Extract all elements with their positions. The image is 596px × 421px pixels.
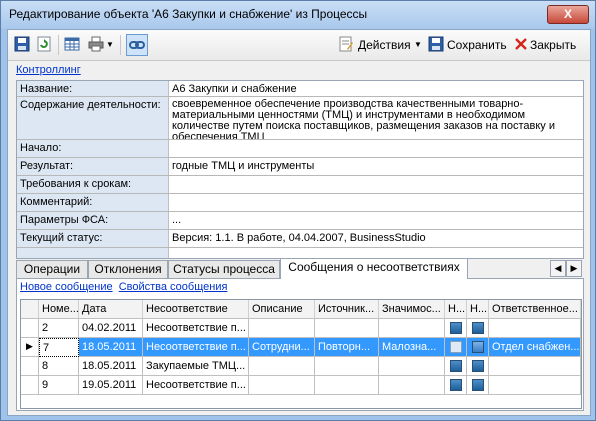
- checkbox[interactable]: [471, 360, 484, 373]
- prop-row-content[interactable]: Содержание деятельности: своевременное о…: [17, 97, 583, 140]
- actions-menu-button[interactable]: Действия: [358, 38, 411, 52]
- prop-row-fsa[interactable]: Параметры ФСА: ...: [17, 212, 583, 230]
- window-close-button[interactable]: X: [547, 5, 589, 24]
- prop-value[interactable]: [169, 176, 583, 193]
- prop-label: Содержание деятельности:: [17, 97, 168, 139]
- controlling-link[interactable]: Контроллинг: [16, 64, 81, 76]
- col-significance[interactable]: Значимос...: [379, 300, 445, 319]
- col-description[interactable]: Описание: [249, 300, 315, 319]
- tab-process-statuses[interactable]: Статусы процесса: [168, 260, 280, 278]
- tab-strip: Операции Отклонения Статусы процесса Соо…: [16, 258, 582, 279]
- prop-row-name[interactable]: Название: А6 Закупки и снабжение: [17, 81, 583, 97]
- prop-row-start[interactable]: Начало:: [17, 140, 583, 158]
- col-issue[interactable]: Несоответствие: [143, 300, 249, 319]
- prop-row-status[interactable]: Текущий статус: Версия: 1.1. В работе, 0…: [17, 230, 583, 248]
- prop-label: Результат:: [17, 158, 168, 175]
- toolbar: ▼ Действия ▼ Сохранить Закрыть: [8, 30, 590, 61]
- title-bar[interactable]: Редактирование объекта 'А6 Закупки и сна…: [1, 1, 595, 29]
- prop-row-comment[interactable]: Комментарий:: [17, 194, 583, 212]
- editor-window: Редактирование объекта 'А6 Закупки и сна…: [0, 0, 596, 421]
- prop-value[interactable]: годные ТМЦ и инструменты: [169, 158, 583, 175]
- save-icon[interactable]: [14, 36, 30, 54]
- tab-nonconformity-messages[interactable]: Сообщения о несоответствиях: [280, 258, 468, 279]
- checkbox[interactable]: [449, 322, 462, 335]
- prop-label: Текущий статус:: [17, 230, 168, 247]
- client-area: ▼ Действия ▼ Сохранить Закрыть Контролли…: [7, 29, 591, 416]
- tab-operations[interactable]: Операции: [16, 260, 88, 278]
- messages-panel: Новое сообщение Свойства сообщения Номе.…: [16, 278, 584, 411]
- checkbox[interactable]: [471, 322, 484, 335]
- prop-label: Начало:: [17, 140, 168, 157]
- col-date[interactable]: Дата: [79, 300, 143, 319]
- new-message-link[interactable]: Новое сообщение: [20, 281, 113, 293]
- prop-value[interactable]: Версия: 1.1. В работе, 04.04.2007, Busin…: [169, 230, 583, 247]
- save-button[interactable]: Сохранить: [447, 38, 507, 52]
- checkbox[interactable]: [471, 379, 484, 392]
- prop-row-result[interactable]: Результат: годные ТМЦ и инструменты: [17, 158, 583, 176]
- save-small-icon: [428, 36, 444, 54]
- message-properties-link[interactable]: Свойства сообщения: [119, 281, 228, 293]
- prop-label: Название:: [17, 81, 168, 96]
- properties-grid: Название: А6 Закупки и снабжение Содержа…: [16, 80, 584, 259]
- col-source[interactable]: Источник...: [315, 300, 379, 319]
- prop-label: Требования к срокам:: [17, 176, 168, 193]
- refresh-icon[interactable]: [36, 36, 52, 54]
- prop-label: Параметры ФСА:: [17, 212, 168, 229]
- print-icon[interactable]: [88, 36, 104, 54]
- prop-value[interactable]: своевременное обеспечение производства к…: [169, 97, 583, 139]
- col-responsible[interactable]: Ответственное...: [489, 300, 581, 319]
- tab-deviations[interactable]: Отклонения: [88, 260, 168, 278]
- print-dropdown-icon[interactable]: ▼: [106, 40, 114, 58]
- table-row[interactable]: 8 18.05.2011 Закупаемые ТМЦ...: [21, 357, 581, 376]
- checkbox[interactable]: [449, 379, 462, 392]
- checkbox[interactable]: [471, 341, 484, 354]
- col-flag-2[interactable]: Н...: [467, 300, 489, 319]
- prop-value[interactable]: ...: [169, 212, 583, 229]
- table-view-icon[interactable]: [64, 36, 80, 54]
- prop-value[interactable]: А6 Закупки и снабжение: [169, 81, 583, 96]
- actions-icon: [338, 36, 354, 54]
- close-x-icon: [515, 38, 527, 56]
- window-title: Редактирование объекта 'А6 Закупки и сна…: [9, 7, 368, 21]
- link-icon[interactable]: [126, 34, 148, 56]
- prop-value[interactable]: [169, 140, 583, 157]
- table-row-selected[interactable]: ▶ 7 18.05.2011 Несоответствие п... Сотру…: [21, 338, 581, 357]
- table-row[interactable]: 2 04.02.2011 Несоответствие п...: [21, 319, 581, 338]
- messages-table: Номе... Дата Несоответствие Описание Ист…: [20, 299, 582, 409]
- col-flag-1[interactable]: Н...: [445, 300, 467, 319]
- tab-scroll-left-icon[interactable]: ◀: [550, 260, 566, 277]
- prop-row-deadlines[interactable]: Требования к срокам:: [17, 176, 583, 194]
- table-header: Номе... Дата Несоответствие Описание Ист…: [21, 300, 581, 319]
- table-row[interactable]: 9 19.05.2011 Несоответствие п...: [21, 376, 581, 395]
- col-number[interactable]: Номе...: [39, 300, 79, 319]
- checkbox[interactable]: [449, 360, 462, 373]
- prop-value[interactable]: [169, 194, 583, 211]
- tab-scroll-right-icon[interactable]: ▶: [566, 260, 582, 277]
- prop-label: Комментарий:: [17, 194, 168, 211]
- checkbox[interactable]: [449, 341, 462, 354]
- close-button[interactable]: Закрыть: [530, 38, 576, 52]
- row-indicator-icon: ▶: [21, 338, 39, 357]
- chevron-down-icon[interactable]: ▼: [414, 40, 422, 49]
